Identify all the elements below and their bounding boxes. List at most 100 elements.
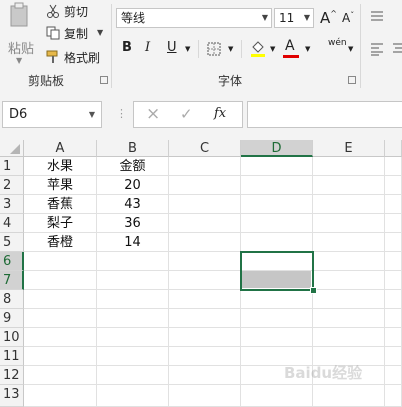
- column-header-d[interactable]: D: [241, 140, 313, 157]
- cell-e1[interactable]: [313, 157, 385, 176]
- cell-f12[interactable]: [385, 366, 402, 385]
- column-header-c[interactable]: C: [169, 140, 241, 157]
- cell-c12[interactable]: [169, 366, 241, 385]
- cell-f6[interactable]: [385, 252, 402, 271]
- row-header-1[interactable]: 1: [0, 157, 24, 176]
- row-header-6[interactable]: 6: [0, 252, 24, 271]
- cell-f3[interactable]: [385, 195, 402, 214]
- borders-dropdown-icon[interactable]: ▼: [228, 45, 233, 53]
- cell-f1[interactable]: [385, 157, 402, 176]
- cell-e5[interactable]: [313, 233, 385, 252]
- fill-handle[interactable]: [310, 287, 317, 294]
- cell-e7[interactable]: [313, 271, 385, 290]
- row-header-5[interactable]: 5: [0, 233, 24, 252]
- cell-d8[interactable]: [241, 290, 313, 309]
- cell-f10[interactable]: [385, 328, 402, 347]
- cell-b1[interactable]: 金额: [97, 157, 169, 176]
- formula-bar-grip-icon[interactable]: ⋮: [116, 107, 127, 120]
- row-header-9[interactable]: 9: [0, 309, 24, 328]
- cell-e2[interactable]: [313, 176, 385, 195]
- cell-a11[interactable]: [24, 347, 97, 366]
- font-size-combo[interactable]: 11 ▼: [274, 8, 314, 28]
- cell-c6[interactable]: [169, 252, 241, 271]
- cell-d13[interactable]: [241, 385, 313, 407]
- cell-a2[interactable]: 苹果: [24, 176, 97, 195]
- cell-c4[interactable]: [169, 214, 241, 233]
- cell-e10[interactable]: [313, 328, 385, 347]
- font-color-button[interactable]: A: [285, 38, 295, 54]
- copy-dropdown-icon[interactable]: ▼: [97, 28, 103, 37]
- cell-d5[interactable]: [241, 233, 313, 252]
- cell-a10[interactable]: [24, 328, 97, 347]
- select-all-corner[interactable]: [0, 140, 24, 157]
- cell-f4[interactable]: [385, 214, 402, 233]
- row-header-4[interactable]: 4: [0, 214, 24, 233]
- cell-b7[interactable]: [97, 271, 169, 290]
- cancel-icon[interactable]: ×: [146, 104, 160, 124]
- cell-b6[interactable]: [97, 252, 169, 271]
- paste-dropdown-icon[interactable]: ▼: [16, 56, 22, 65]
- format-painter-button[interactable]: 格式刷: [64, 49, 100, 66]
- cell-c8[interactable]: [169, 290, 241, 309]
- cell-a5[interactable]: 香橙: [24, 233, 97, 252]
- cell-b11[interactable]: [97, 347, 169, 366]
- cell-d3[interactable]: [241, 195, 313, 214]
- grow-font-button[interactable]: A^: [320, 9, 337, 27]
- cell-c13[interactable]: [169, 385, 241, 407]
- paste-button[interactable]: 粘贴: [8, 38, 34, 57]
- cell-b4[interactable]: 36: [97, 214, 169, 233]
- cell-b2[interactable]: 20: [97, 176, 169, 195]
- cell-a8[interactable]: [24, 290, 97, 309]
- underline-button[interactable]: U: [167, 40, 177, 55]
- cell-b8[interactable]: [97, 290, 169, 309]
- cell-d1[interactable]: [241, 157, 313, 176]
- cell-c7[interactable]: [169, 271, 241, 290]
- cell-c9[interactable]: [169, 309, 241, 328]
- cell-b3[interactable]: 43: [97, 195, 169, 214]
- center-align-icon[interactable]: [392, 41, 402, 55]
- italic-button[interactable]: I: [145, 40, 150, 55]
- font-dialog-launcher-icon[interactable]: [348, 76, 356, 84]
- fill-color-icon[interactable]: [250, 39, 266, 57]
- cell-f13[interactable]: [385, 385, 402, 407]
- cell-f11[interactable]: [385, 347, 402, 366]
- borders-icon[interactable]: [207, 41, 221, 56]
- cell-c11[interactable]: [169, 347, 241, 366]
- cut-button[interactable]: 剪切: [64, 3, 88, 20]
- row-header-11[interactable]: 11: [0, 347, 24, 366]
- chevron-down-icon[interactable]: ▼: [262, 9, 268, 27]
- cell-c1[interactable]: [169, 157, 241, 176]
- chevron-down-icon[interactable]: ▼: [304, 9, 310, 27]
- cell-e4[interactable]: [313, 214, 385, 233]
- cell-a6[interactable]: [24, 252, 97, 271]
- align-left-icon[interactable]: [370, 41, 384, 56]
- cell-e6[interactable]: [313, 252, 385, 271]
- cell-e3[interactable]: [313, 195, 385, 214]
- selection-box[interactable]: [240, 251, 314, 291]
- cell-c3[interactable]: [169, 195, 241, 214]
- align-top-icon[interactable]: [370, 8, 384, 22]
- cell-d10[interactable]: [241, 328, 313, 347]
- cell-b12[interactable]: [97, 366, 169, 385]
- cell-f9[interactable]: [385, 309, 402, 328]
- cell-b5[interactable]: 14: [97, 233, 169, 252]
- cell-d4[interactable]: [241, 214, 313, 233]
- cell-c2[interactable]: [169, 176, 241, 195]
- cell-a1[interactable]: 水果: [24, 157, 97, 176]
- row-header-3[interactable]: 3: [0, 195, 24, 214]
- cell-e8[interactable]: [313, 290, 385, 309]
- insert-function-button[interactable]: fx: [214, 106, 226, 121]
- row-header-13[interactable]: 13: [0, 385, 24, 407]
- cell-d2[interactable]: [241, 176, 313, 195]
- cell-a7[interactable]: [24, 271, 97, 290]
- font-color-dropdown-icon[interactable]: ▼: [305, 45, 310, 53]
- cell-e9[interactable]: [313, 309, 385, 328]
- cell-e13[interactable]: [313, 385, 385, 407]
- cell-a9[interactable]: [24, 309, 97, 328]
- cell-f2[interactable]: [385, 176, 402, 195]
- cell-b13[interactable]: [97, 385, 169, 407]
- clipboard-dialog-launcher-icon[interactable]: [100, 76, 108, 84]
- phonetic-dropdown-icon[interactable]: ▼: [348, 45, 353, 53]
- row-header-12[interactable]: 12: [0, 366, 24, 385]
- bold-button[interactable]: B: [122, 40, 132, 55]
